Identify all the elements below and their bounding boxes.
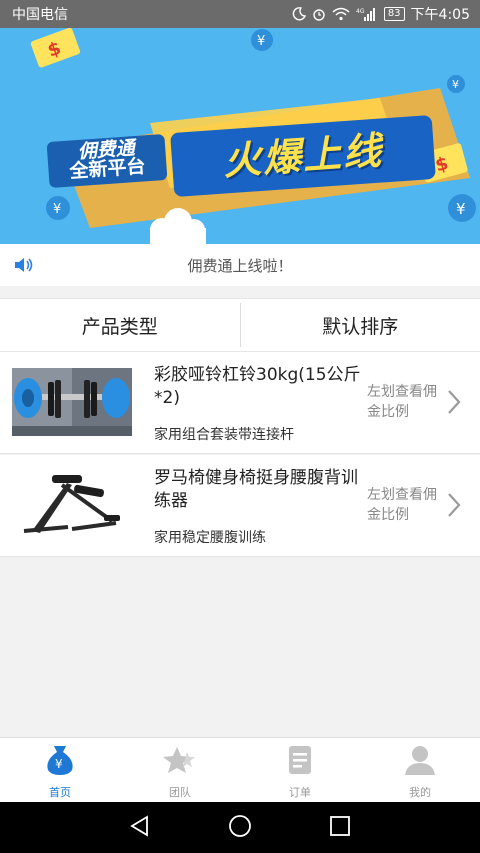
commission-hint: 左划查看佣金比例 [367, 384, 437, 420]
svg-text:¥: ¥ [55, 757, 63, 771]
product-title: 罗马椅健身椅挺身腰腹背训练器 [154, 468, 358, 511]
svg-text:¥: ¥ [257, 34, 265, 49]
alarm-icon [312, 7, 326, 21]
product-title: 彩胶哑铃杠铃30kg(15公斤*2) [154, 365, 361, 408]
notice-text: 佣费通上线啦！ [187, 256, 293, 275]
tab-profile[interactable]: 我的 [360, 738, 480, 802]
chevron-right-icon[interactable] [446, 491, 462, 523]
speaker-icon [14, 257, 34, 277]
back-icon[interactable] [129, 814, 151, 841]
product-type-filter[interactable]: 产品类型 [0, 299, 240, 351]
tab-label: 我的 [409, 786, 431, 799]
commission-hint: 左划查看佣金比例 [367, 487, 437, 523]
product-subtitle: 家用组合套装带连接杆 [154, 427, 294, 443]
signal-icon: 4G [356, 7, 378, 21]
svg-text:¥: ¥ [452, 78, 459, 91]
dumbbell-image [12, 368, 132, 436]
banner-tag: 佣费通 全新平台 [46, 133, 168, 189]
tab-orders[interactable]: 订单 [240, 738, 360, 802]
money-bag-icon: ¥ [43, 744, 77, 780]
system-nav-bar [0, 802, 480, 853]
svg-text:¥: ¥ [456, 200, 466, 218]
yen-coin-icon: ¥ [251, 29, 273, 51]
recents-icon[interactable] [329, 815, 351, 841]
tab-label: 团队 [169, 786, 191, 799]
roman-chair-image [12, 471, 132, 539]
tab-team[interactable]: 团队 [120, 738, 240, 802]
star-team-icon [163, 744, 197, 780]
do-not-disturb-icon [292, 7, 306, 21]
product-item-dumbbell[interactable]: 彩胶哑铃杠铃30kg(15公斤*2) 家用组合套装带连接杆 左划查看佣金比例 [0, 352, 480, 454]
tab-label: 订单 [289, 786, 311, 799]
chevron-right-icon[interactable] [446, 388, 462, 420]
tab-home[interactable]: ¥ 首页 [0, 738, 120, 802]
notice-bar: 佣费通上线啦！ [0, 244, 480, 286]
svg-text:4G: 4G [356, 8, 365, 15]
product-item-roman-chair[interactable]: 罗马椅健身椅挺身腰腹背训练器 家用稳定腰腹训练 左划查看佣金比例 [0, 455, 480, 557]
order-document-icon [283, 744, 317, 780]
tab-label: 首页 [49, 786, 71, 799]
user-profile-icon [403, 744, 437, 780]
clock: 下午4:05 [410, 7, 470, 23]
promo-banner[interactable]: $ $ ¥ ¥ ¥ ¥ 佣费通 全新平台 火爆上线 [0, 28, 480, 244]
product-subtitle: 家用稳定腰腹训练 [154, 530, 266, 546]
sort-filter[interactable]: 默认排序 [241, 299, 480, 351]
status-icons: 4G 83 下午4:05 [292, 4, 470, 24]
status-bar: 中国电信 4G 83 下午4:05 [0, 0, 480, 28]
home-icon[interactable] [228, 814, 252, 842]
svg-text:¥: ¥ [53, 202, 61, 217]
carrier-label: 中国电信 [12, 7, 68, 23]
filter-bar: 产品类型 默认排序 [0, 298, 480, 352]
battery-icon: 83 [383, 7, 405, 21]
bottom-tab-bar: ¥ 首页 团队 订单 我的 [0, 737, 480, 802]
wifi-icon [332, 7, 350, 21]
